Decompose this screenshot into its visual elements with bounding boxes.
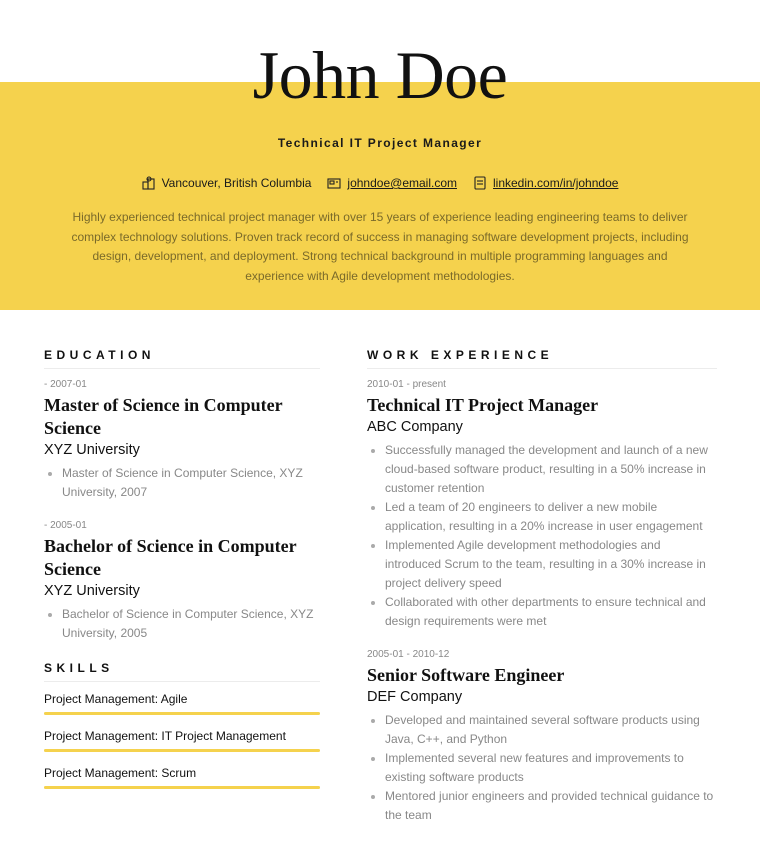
skill-name: Project Management: Scrum (44, 766, 197, 780)
work-bullet: Developed and maintained several softwar… (385, 711, 717, 749)
left-column: EDUCATION - 2007-01 Master of Science in… (44, 348, 320, 803)
email-icon (327, 178, 341, 189)
skills-section: SKILLS Project Management: Agile Project… (44, 661, 320, 789)
work-bullet: Implemented Agile development methodolog… (385, 536, 717, 593)
work-company: DEF Company (367, 689, 463, 705)
education-entry: - 2007-01 Master of Science in Computer … (44, 379, 320, 502)
skill-bar-fill (44, 786, 320, 789)
work-entry: 2005-01 - 2010-12 Senior Software Engine… (367, 649, 717, 825)
skill-item: Project Management: Agile (44, 692, 320, 715)
education-bullet: Master of Science in Computer Science, X… (62, 464, 320, 502)
skill-bar-fill (44, 749, 320, 752)
skill-bar (44, 712, 320, 715)
work-bullet: Implemented several new features and imp… (385, 749, 717, 787)
work-bullet: Collaborated with other departments to e… (385, 593, 717, 631)
work-title: Senior Software Engineer (367, 665, 565, 685)
skill-bar (44, 786, 320, 789)
location-text: Vancouver, British Columbia (161, 176, 312, 190)
skills-heading: SKILLS (44, 661, 320, 682)
skill-name: Project Management: IT Project Managemen… (44, 729, 286, 743)
skill-bar (44, 749, 320, 752)
work-heading: WORK EXPERIENCE (367, 348, 717, 369)
linkedin-link[interactable]: linkedin.com/in/johndoe (493, 176, 618, 190)
education-heading: EDUCATION (44, 348, 320, 369)
skill-item: Project Management: Scrum (44, 766, 320, 789)
contact-info: Vancouver, British Columbia johndoe@emai… (0, 176, 760, 190)
work-bullet: Mentored junior engineers and provided t… (385, 787, 717, 825)
contact-location: Vancouver, British Columbia (142, 176, 312, 190)
work-date: 2010-01 - present (367, 379, 446, 390)
contact-linkedin[interactable]: linkedin.com/in/johndoe (473, 176, 618, 190)
work-date: 2005-01 - 2010-12 (367, 649, 450, 660)
work-title: Technical IT Project Manager (367, 395, 599, 415)
skill-bar-fill (44, 712, 320, 715)
education-degree: Master of Science in Computer Science (44, 395, 283, 438)
education-school: XYZ University (44, 583, 140, 599)
contact-email[interactable]: johndoe@email.com (327, 176, 457, 190)
linkedin-icon (474, 176, 486, 190)
education-entry: - 2005-01 Bachelor of Science in Compute… (44, 520, 320, 643)
education-date: - 2005-01 (44, 520, 87, 531)
candidate-name: John Doe (252, 37, 508, 113)
candidate-role: Technical IT Project Manager (277, 136, 483, 150)
summary: Highly experienced technical project man… (71, 210, 689, 283)
right-column: WORK EXPERIENCE 2010-01 - present Techni… (367, 348, 717, 843)
skill-item: Project Management: IT Project Managemen… (44, 729, 320, 752)
education-school: XYZ University (44, 442, 140, 458)
education-degree: Bachelor of Science in Computer Science (44, 536, 297, 579)
work-company: ABC Company (367, 419, 463, 435)
work-bullet: Successfully managed the development and… (385, 441, 717, 498)
work-bullet: Led a team of 20 engineers to deliver a … (385, 498, 717, 536)
location-icon (142, 176, 155, 190)
email-link[interactable]: johndoe@email.com (347, 176, 457, 190)
skill-name: Project Management: Agile (44, 692, 188, 706)
education-date: - 2007-01 (44, 379, 87, 390)
education-bullet: Bachelor of Science in Computer Science,… (62, 605, 320, 643)
work-entry: 2010-01 - present Technical IT Project M… (367, 379, 717, 631)
